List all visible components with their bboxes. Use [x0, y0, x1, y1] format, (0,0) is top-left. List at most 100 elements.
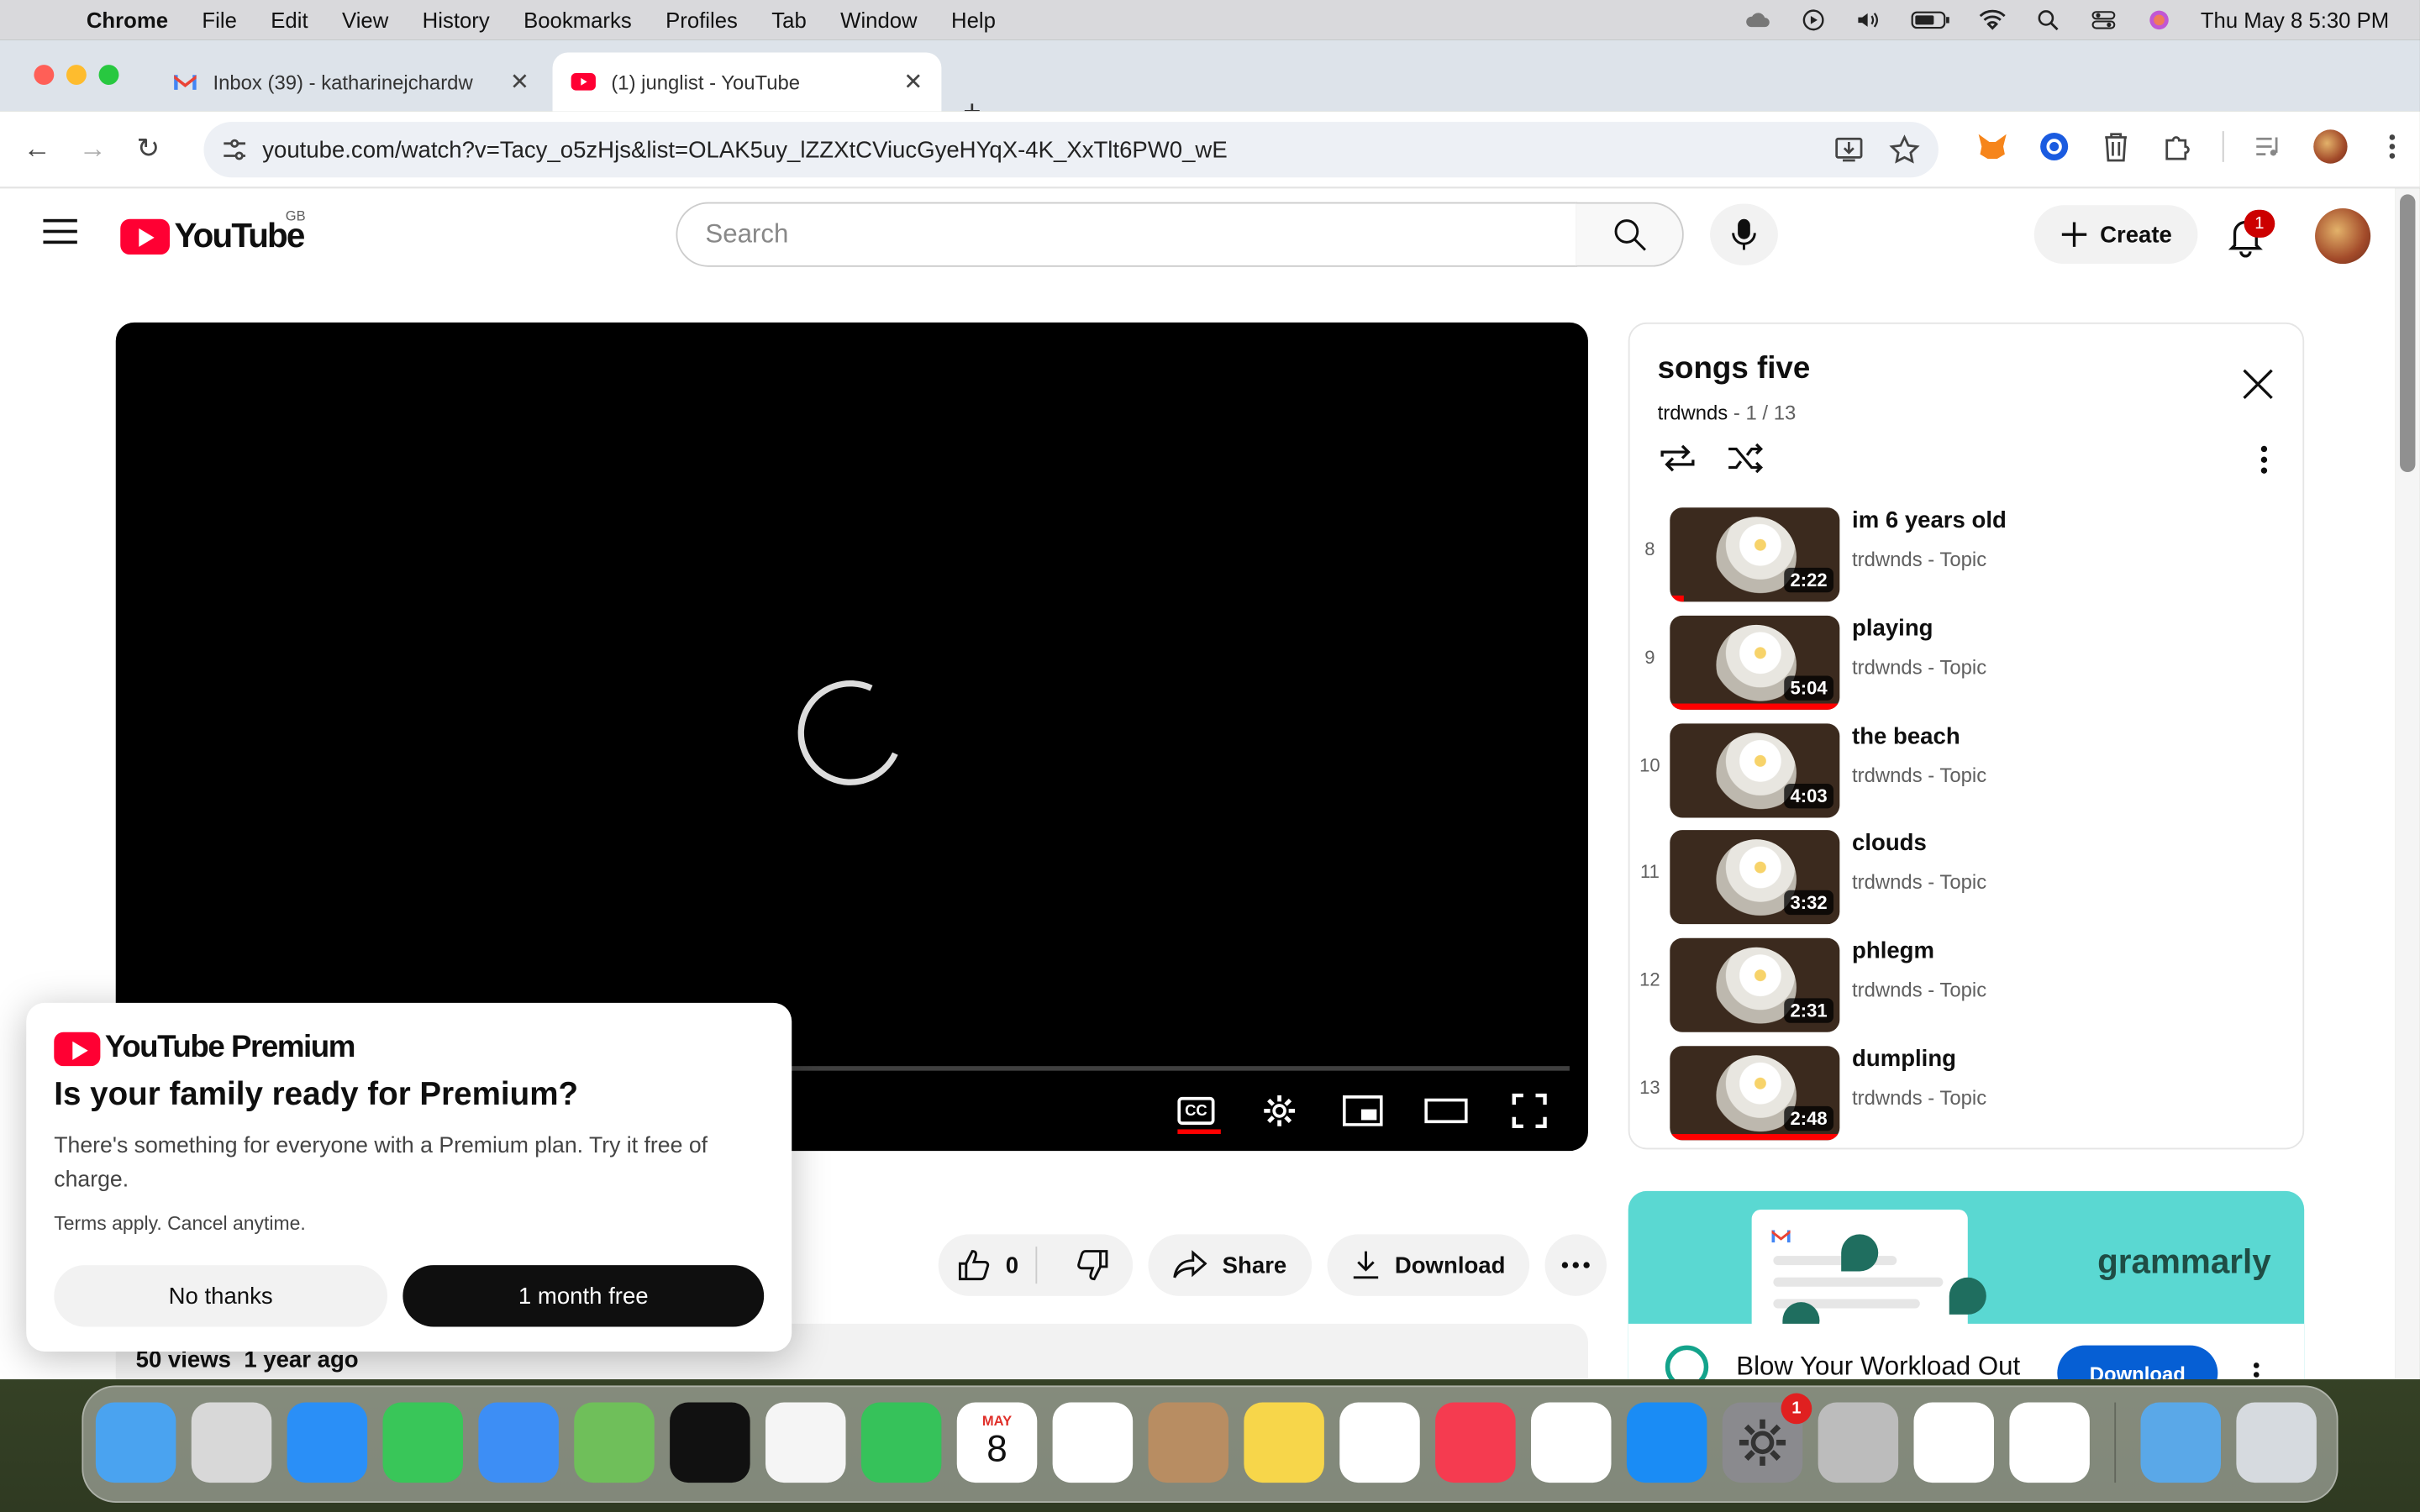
fullscreen-button[interactable]	[1507, 1091, 1550, 1131]
playlist-owner[interactable]: trdwnds	[1658, 402, 1728, 425]
news-dock-icon[interactable]	[1531, 1402, 1612, 1483]
search-input[interactable]: Search	[676, 202, 1578, 267]
playlist-item-thumbnail[interactable]: 3:32	[1670, 830, 1840, 925]
playlist-title[interactable]: songs five	[1658, 352, 1811, 387]
tab-gmail[interactable]: Inbox (39) - katharinejchardw ✕	[155, 52, 548, 111]
page-scrollbar[interactable]	[2395, 188, 2420, 1380]
playlist-item-thumbnail[interactable]: 2:31	[1670, 938, 1840, 1033]
reminders-dock-icon[interactable]	[1052, 1402, 1134, 1483]
search-button[interactable]	[1576, 202, 1684, 267]
trash-dock-icon[interactable]	[2236, 1402, 2317, 1483]
trash-extension-icon[interactable]	[2099, 129, 2133, 163]
menu-bookmarks[interactable]: Bookmarks	[523, 8, 632, 32]
scrollbar-thumb[interactable]	[2400, 194, 2416, 473]
playlist-item-title[interactable]: im 6 years old	[1852, 507, 2007, 533]
tab-close-icon[interactable]: ✕	[903, 68, 923, 96]
miniplayer-button[interactable]	[1341, 1091, 1384, 1131]
forward-arrow-icon[interactable]: →	[74, 130, 111, 167]
app-store-dock-icon[interactable]	[1626, 1402, 1707, 1483]
chrome-dock-icon[interactable]	[1913, 1402, 1995, 1483]
playlist-item[interactable]: 12 2:31 phlegm trdwnds - Topic	[1630, 934, 2303, 1042]
like-button[interactable]: 0	[939, 1247, 1039, 1284]
loop-playlist-icon[interactable]	[1658, 441, 1698, 475]
theater-mode-button[interactable]	[1424, 1091, 1468, 1131]
playlist-item-title[interactable]: the beach	[1852, 723, 1960, 749]
playlist-menu-kebab-icon[interactable]	[2260, 444, 2269, 475]
address-bar[interactable]: youtube.com/watch?v=Tacy_o5zHjs&list=OLA…	[203, 122, 1939, 178]
launchpad-dock-icon[interactable]	[191, 1402, 272, 1483]
battery-icon[interactable]	[1911, 9, 1951, 31]
menu-app-name[interactable]: Chrome	[87, 8, 168, 32]
site-settings-icon[interactable]	[222, 137, 246, 161]
playlist-item[interactable]: 13 2:48 dumpling trdwnds - Topic	[1630, 1042, 2303, 1148]
menu-tab[interactable]: Tab	[771, 8, 806, 32]
download-button[interactable]: Download	[1327, 1234, 1530, 1296]
facetime-dock-icon[interactable]	[860, 1402, 942, 1483]
playlist-item[interactable]: 11 3:32 clouds trdwnds - Topic	[1630, 826, 2303, 933]
youtube-logo[interactable]: YouTube	[120, 216, 305, 256]
playlist-item[interactable]: 8 2:22 im 6 years old trdwnds - Topic	[1630, 503, 2303, 611]
menu-clock[interactable]: Thu May 8 5:30 PM	[2201, 8, 2389, 32]
menu-edit[interactable]: Edit	[271, 8, 308, 32]
playlist-item-thumbnail[interactable]: 4:03	[1670, 722, 1840, 817]
create-button[interactable]: Create	[2033, 205, 2198, 265]
tab-youtube[interactable]: (1) junglist - YouTube ✕	[552, 52, 942, 112]
volume-icon[interactable]	[1854, 9, 1882, 31]
menu-profiles[interactable]: Profiles	[666, 8, 738, 32]
cloud-icon[interactable]	[1744, 9, 1771, 31]
more-actions-button[interactable]	[1545, 1234, 1607, 1296]
voice-search-button[interactable]	[1710, 203, 1778, 265]
playlist-item-channel[interactable]: trdwnds - Topic	[1852, 655, 1986, 679]
close-window-button[interactable]	[34, 65, 55, 86]
maps-dock-icon[interactable]	[574, 1402, 655, 1483]
chrome-menu-kebab-icon[interactable]	[2375, 129, 2409, 163]
tv-dock-icon[interactable]	[670, 1402, 750, 1483]
playlist-item-thumbnail[interactable]: 2:22	[1670, 507, 1840, 602]
playlist-item-channel[interactable]: trdwnds - Topic	[1852, 763, 1986, 786]
wifi-icon[interactable]	[1978, 9, 2006, 31]
iphone-mirroring-dock-icon[interactable]	[1818, 1402, 1899, 1483]
reload-icon[interactable]: ↻	[129, 130, 166, 167]
minimize-window-button[interactable]	[66, 65, 87, 86]
playlist-item-channel[interactable]: trdwnds - Topic	[1852, 1086, 1986, 1110]
metamask-fox-icon[interactable]	[1975, 129, 2009, 163]
mail-dock-icon[interactable]	[478, 1402, 559, 1483]
ad-download-button[interactable]: Download	[2057, 1345, 2218, 1380]
playlist-item-title[interactable]: playing	[1852, 615, 1933, 641]
install-app-icon[interactable]	[1833, 134, 1865, 165]
back-arrow-icon[interactable]: ←	[18, 130, 55, 167]
playlist-item-title[interactable]: dumpling	[1852, 1046, 1956, 1072]
downloads-folder-dock-icon[interactable]	[2140, 1402, 2222, 1483]
menu-view[interactable]: View	[342, 8, 388, 32]
playlist-item-channel[interactable]: trdwnds - Topic	[1852, 979, 1986, 1002]
circle-extension-icon[interactable]	[2037, 129, 2070, 163]
account-avatar[interactable]	[2315, 207, 2371, 265]
puzzle-extensions-icon[interactable]	[2160, 129, 2194, 163]
music-dock-icon[interactable]	[1435, 1402, 1516, 1483]
menu-history[interactable]: History	[423, 8, 490, 32]
zoom-window-button[interactable]	[98, 65, 119, 86]
finder-dock-icon[interactable]	[95, 1402, 176, 1483]
safari-dock-icon[interactable]	[287, 1402, 368, 1483]
ad-menu-kebab-icon[interactable]	[2252, 1361, 2261, 1379]
playlist-item[interactable]: 9 5:04 playing trdwnds - Topic	[1630, 611, 2303, 718]
shuffle-icon[interactable]	[1725, 441, 1765, 475]
contacts-dock-icon[interactable]	[1148, 1402, 1229, 1483]
bookmark-star-icon[interactable]	[1889, 134, 1920, 165]
playlist-item-thumbnail[interactable]: 5:04	[1670, 615, 1840, 710]
playlist-item-title[interactable]: clouds	[1852, 831, 1927, 857]
photos-dock-icon[interactable]	[765, 1402, 846, 1483]
playlist-item-thumbnail[interactable]: 2:48	[1670, 1046, 1840, 1141]
media-controls-icon[interactable]	[2252, 129, 2286, 163]
guide-menu-icon[interactable]	[43, 218, 77, 247]
close-playlist-icon[interactable]	[2241, 367, 2275, 401]
control-center-icon[interactable]	[2090, 9, 2118, 31]
siri-icon[interactable]	[2145, 9, 2173, 31]
dislike-button[interactable]	[1054, 1248, 1134, 1282]
system-settings-dock-icon[interactable]: 1	[1722, 1393, 1812, 1483]
subtitles-cc-button[interactable]: CC	[1175, 1091, 1221, 1134]
playlist-item-channel[interactable]: trdwnds - Topic	[1852, 548, 1986, 571]
playlist-item-title[interactable]: phlegm	[1852, 938, 1934, 964]
settings-gear-button[interactable]	[1258, 1091, 1301, 1131]
menu-file[interactable]: File	[202, 8, 236, 32]
